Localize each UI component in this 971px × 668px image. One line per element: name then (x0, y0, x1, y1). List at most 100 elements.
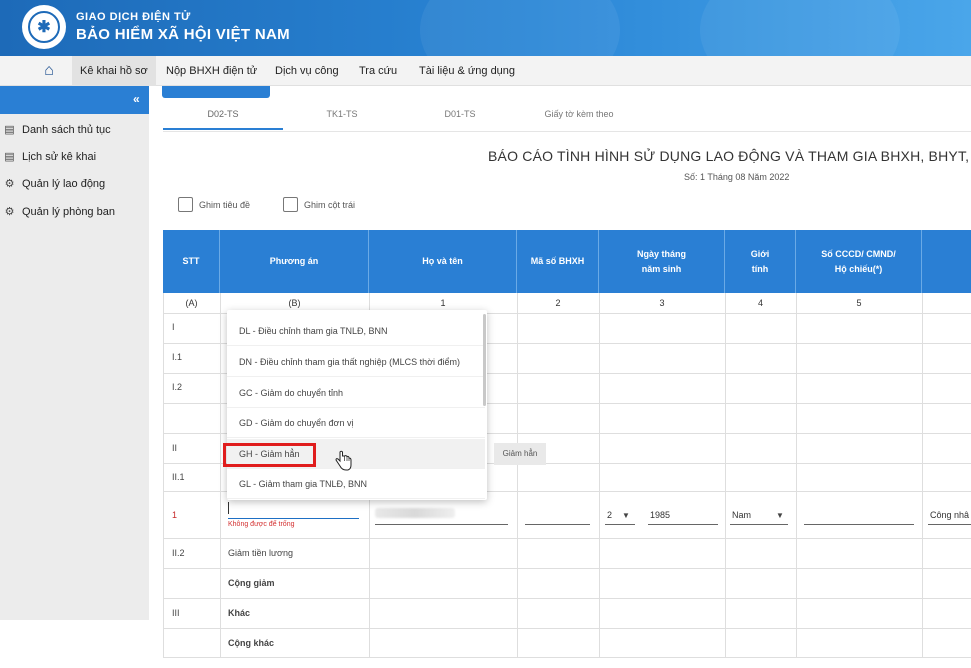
pin-left-col-checkbox[interactable] (283, 197, 298, 212)
tab-giay-to[interactable]: Giấy tờ kèm theo (519, 104, 639, 130)
menu-nop-bhxh[interactable]: Nộp BHXH điện tử (158, 56, 265, 86)
toolbar-button[interactable] (162, 86, 270, 98)
grid-line (163, 293, 164, 658)
row-stt: II.2 (172, 548, 185, 558)
option-tooltip: Giảm hẳn (494, 443, 546, 465)
col-number: 5 (856, 298, 862, 308)
ho-ten-input[interactable] (375, 524, 508, 525)
year-value[interactable]: 1985 (650, 510, 670, 520)
tab-d02-ts[interactable]: D02-TS (163, 104, 283, 130)
report-title: BÁO CÁO TÌNH HÌNH SỬ DỤNG LAO ĐỘNG VÀ TH… (488, 148, 971, 164)
col-header-gioi-tinh: Giới tính (725, 230, 796, 293)
day-select[interactable] (605, 524, 635, 525)
gear-icon: ⚙ (4, 178, 15, 190)
document-icon: ▤ (4, 151, 15, 163)
report-subtitle: Số: 1 Tháng 08 Năm 2022 (684, 172, 790, 182)
col-header-cccd: Số CCCD/ CMND/ Hộ chiếu(*) (796, 230, 922, 293)
cccd-input[interactable] (804, 524, 914, 525)
sidebar-item-label: Danh sách thủ tục (22, 124, 111, 136)
dropdown-scrollbar[interactable] (483, 314, 486, 406)
grid-line (163, 598, 971, 599)
brand-line-1: GIAO DỊCH ĐIỆN TỬ (76, 11, 191, 23)
sidebar: « ▤ Danh sách thủ tục ▤ Lịch sử kê khai … (0, 86, 149, 620)
dropdown-option-gd[interactable]: GD - Giảm do chuyển đơn vị (227, 408, 485, 438)
sidebar-item-label: Quản lý phòng ban (22, 206, 115, 218)
sidebar-item-danh-sach[interactable]: ▤ Danh sách thủ tục (0, 120, 149, 140)
dropdown-option-gc[interactable]: GC - Giảm do chuyển tỉnh (227, 378, 485, 408)
dropdown-option-dl[interactable]: DL - Điều chỉnh tham gia TNLĐ, BNN (227, 316, 485, 346)
menu-tra-cuu[interactable]: Tra cứu (351, 56, 405, 86)
document-icon: ▤ (4, 124, 15, 136)
text-cursor (228, 502, 229, 514)
sidebar-item-lao-dong[interactable]: ⚙ Quản lý lao động (0, 174, 149, 194)
chevron-down-icon[interactable]: ▼ (622, 511, 630, 520)
grid-line (163, 538, 971, 539)
gender-select-value[interactable]: Nam (732, 510, 751, 520)
row-stt: I.2 (172, 382, 183, 392)
extra-input[interactable] (928, 524, 971, 525)
grid-line (517, 293, 518, 658)
gh-option-highlight (223, 443, 316, 467)
row-text-khac: Khác (228, 608, 251, 618)
gear-icon: ⚙ (4, 206, 15, 218)
pin-title-checkbox[interactable] (178, 197, 193, 212)
day-select-value[interactable]: 2 (607, 510, 612, 520)
row-stt: I.1 (172, 352, 183, 362)
collapse-sidebar-icon[interactable]: « (133, 93, 145, 106)
col-header-more (922, 230, 971, 293)
year-input[interactable] (648, 524, 718, 525)
sidebar-header: « (0, 86, 149, 114)
header-decoration (700, 0, 900, 56)
bhxh-logo[interactable]: ✱ (22, 5, 66, 49)
menu-ke-khai-ho-so[interactable]: Kê khai hồ sơ (72, 56, 156, 86)
grid-line (220, 293, 221, 658)
header-decoration (420, 0, 620, 56)
row-text-cong-khac: Cộng khác (228, 638, 275, 648)
grid-line (796, 293, 797, 658)
main-menu: ⌂ Kê khai hồ sơ Nộp BHXH điện tử Dịch vụ… (0, 56, 971, 86)
tab-d01-ts[interactable]: D01-TS (401, 104, 519, 130)
col-header-stt: STT (163, 230, 220, 293)
row-text-cong-giam: Cộng giảm (228, 578, 275, 588)
extra-column-value[interactable]: Công nhâ (930, 510, 969, 520)
col-number: 4 (757, 298, 763, 308)
dropdown-option-gl[interactable]: GL - Giảm tham gia TNLĐ, BNN (227, 469, 485, 499)
sidebar-item-phong-ban[interactable]: ⚙ Quản lý phòng ban (0, 202, 149, 222)
menu-dich-vu-cong[interactable]: Dịch vụ công (267, 56, 347, 86)
grid-line (163, 657, 971, 658)
grid-line (922, 293, 923, 658)
site-header: ✱ GIAO DỊCH ĐIỆN TỬ BẢO HIỂM XÃ HỘI VIỆT… (0, 0, 971, 56)
grid-line (163, 628, 971, 629)
col-header-ngay-sinh: Ngày tháng năm sinh (599, 230, 725, 293)
error-message: Không được để trống (228, 521, 295, 528)
tab-tk1-ts[interactable]: TK1-TS (283, 104, 401, 130)
row-stt: II.1 (172, 472, 185, 482)
grid-line (599, 293, 600, 658)
row-stt: III (172, 608, 180, 618)
grid-line (725, 293, 726, 658)
ma-so-input[interactable] (525, 524, 590, 525)
phuong-an-dropdown: DL - Điều chỉnh tham gia TNLĐ, BNN DN - … (227, 310, 487, 500)
hand-cursor-icon (335, 450, 352, 471)
gender-select[interactable] (730, 524, 788, 525)
col-header-ma-so: Mã số BHXH (517, 230, 599, 293)
dropdown-option-dn[interactable]: DN - Điều chỉnh tham gia thất nghiệp (ML… (227, 347, 485, 377)
pin-left-col-label: Ghim cột trái (304, 200, 356, 210)
home-icon[interactable]: ⌂ (38, 62, 60, 80)
col-header-phuong-an: Phương án (220, 230, 369, 293)
row-stt: I (172, 322, 175, 332)
sidebar-item-label: Quản lý lao động (22, 178, 106, 190)
grid-line (163, 568, 971, 569)
chevron-down-icon[interactable]: ▼ (776, 511, 784, 520)
tab-divider (163, 131, 971, 132)
phuong-an-input[interactable] (228, 518, 359, 519)
pin-title-label: Ghim tiêu đề (199, 200, 251, 210)
sidebar-item-label: Lịch sử kê khai (22, 151, 97, 163)
row-stt: 1 (172, 510, 178, 520)
menu-tai-lieu[interactable]: Tài liệu & ứng dụng (411, 56, 523, 86)
name-value-blurred (375, 508, 455, 518)
sidebar-item-lich-su[interactable]: ▤ Lịch sử kê khai (0, 147, 149, 167)
col-number: 2 (555, 298, 561, 308)
row-stt: II (172, 443, 178, 453)
col-number: (A) (185, 298, 198, 308)
